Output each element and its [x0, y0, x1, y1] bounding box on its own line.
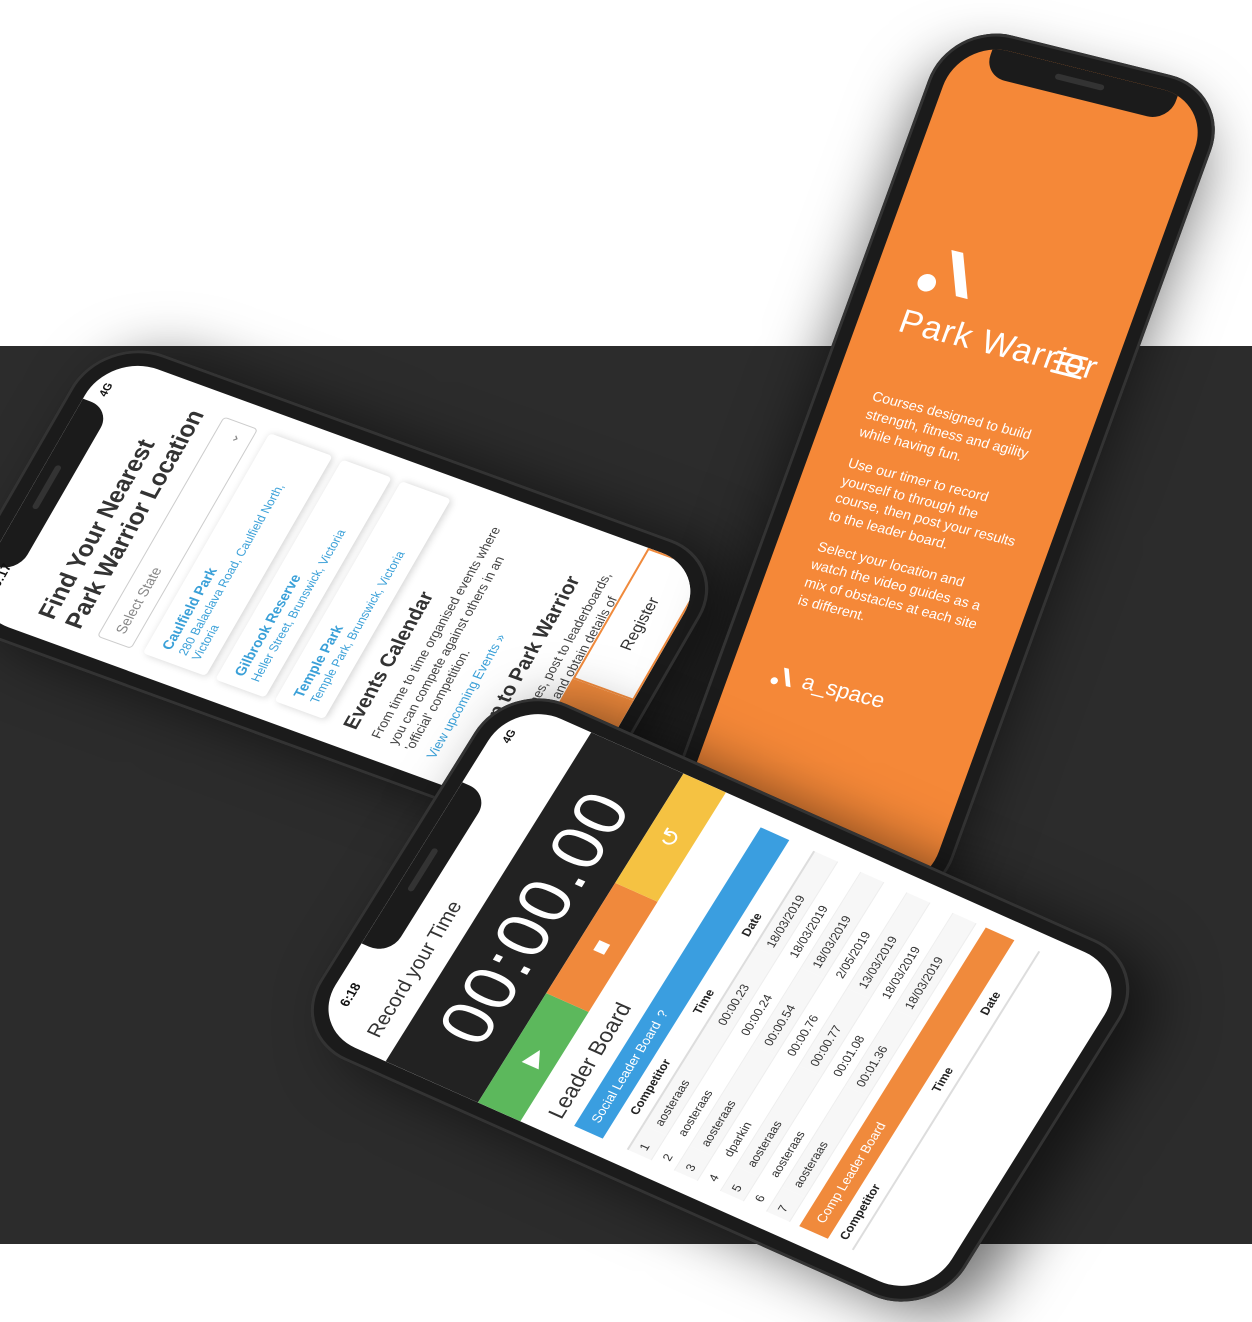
chevron-down-icon: ⌄ — [221, 429, 243, 446]
splash-description: Courses designed to build strength, fitn… — [791, 387, 1060, 667]
status-signal: 4G — [500, 727, 520, 746]
park-warrior-logo-icon — [917, 249, 968, 300]
a-space-logo-icon — [770, 667, 791, 688]
status-signal: 4G — [97, 381, 116, 399]
brand-name: a_space — [798, 669, 889, 713]
status-time: 6:18 — [336, 980, 364, 1009]
status-time: 6:17 — [0, 561, 15, 590]
brand-footer: a_space — [767, 661, 889, 713]
state-select-placeholder: Select State — [112, 565, 166, 636]
notch — [983, 47, 1179, 122]
help-icon[interactable]: ? — [654, 1008, 672, 1020]
